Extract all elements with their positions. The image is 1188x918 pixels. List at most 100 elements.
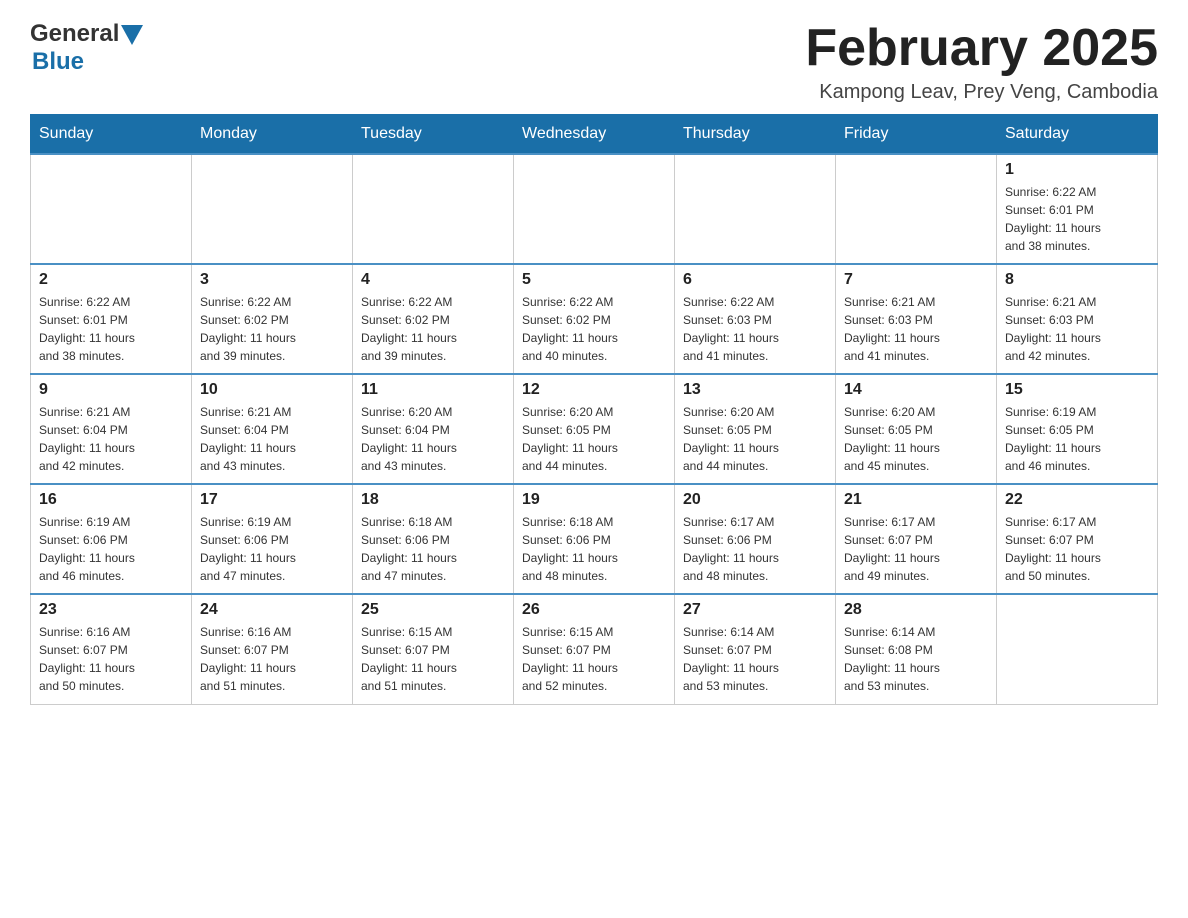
day-number: 23 <box>39 601 183 619</box>
day-number: 17 <box>200 491 344 509</box>
calendar-cell: 7 Sunrise: 6:21 AM Sunset: 6:03 PM Daylig… <box>836 264 997 374</box>
calendar-cell: 8 Sunrise: 6:21 AM Sunset: 6:03 PM Daylig… <box>997 264 1158 374</box>
day-number: 20 <box>683 491 827 509</box>
day-number: 9 <box>39 381 183 399</box>
calendar-cell: 18 Sunrise: 6:18 AM Sunset: 6:06 PM Dayli… <box>353 484 514 594</box>
calendar-cell: 21Sunrise: 6:17 AM Sunset: 6:07 PM Dayli… <box>836 484 997 594</box>
day-info: Sunrise: 6:20 AM Sunset: 6:05 PM Dayligh… <box>844 403 988 475</box>
day-number: 15 <box>1005 381 1149 399</box>
day-info: Sunrise: 6:20 AM Sunset: 6:04 PM Dayligh… <box>361 403 505 475</box>
day-info: Sunrise: 6:22 AM Sunset: 6:02 PM Dayligh… <box>522 293 666 365</box>
calendar-cell: 27 Sunrise: 6:14 AM Sunset: 6:07 PM Dayli… <box>675 594 836 704</box>
calendar-cell <box>836 154 997 264</box>
day-info: Sunrise: 6:16 AM Sunset: 6:07 PM Dayligh… <box>39 623 183 695</box>
day-info: Sunrise: 6:20 AM Sunset: 6:05 PM Dayligh… <box>683 403 827 475</box>
title-section: February 2025 Kampong Leav, Prey Veng, C… <box>805 20 1158 104</box>
day-info: Sunrise: 6:20 AM Sunset: 6:05 PM Dayligh… <box>522 403 666 475</box>
day-info: Sunrise: 6:16 AM Sunset: 6:07 PM Dayligh… <box>200 623 344 695</box>
column-header-tuesday: Tuesday <box>353 115 514 155</box>
calendar-week-row: 23 Sunrise: 6:16 AM Sunset: 6:07 PM Dayli… <box>31 594 1158 704</box>
day-info: Sunrise: 6:22 AM Sunset: 6:03 PM Dayligh… <box>683 293 827 365</box>
calendar-cell: 10 Sunrise: 6:21 AM Sunset: 6:04 PM Dayli… <box>192 374 353 484</box>
calendar-cell: 3 Sunrise: 6:22 AM Sunset: 6:02 PM Daylig… <box>192 264 353 374</box>
day-number: 13 <box>683 381 827 399</box>
page-header: General Blue February 2025 Kampong Leav,… <box>30 20 1158 104</box>
day-info: Sunrise: 6:19 AM Sunset: 6:06 PM Dayligh… <box>200 513 344 585</box>
calendar-cell <box>192 154 353 264</box>
day-number: 6 <box>683 271 827 289</box>
calendar-cell: 15Sunrise: 6:19 AM Sunset: 6:05 PM Dayli… <box>997 374 1158 484</box>
day-number: 24 <box>200 601 344 619</box>
column-header-sunday: Sunday <box>31 115 192 155</box>
day-number: 8 <box>1005 271 1149 289</box>
day-info: Sunrise: 6:15 AM Sunset: 6:07 PM Dayligh… <box>361 623 505 695</box>
day-info: Sunrise: 6:21 AM Sunset: 6:04 PM Dayligh… <box>39 403 183 475</box>
day-number: 14 <box>844 381 988 399</box>
day-number: 21 <box>844 491 988 509</box>
day-number: 25 <box>361 601 505 619</box>
day-number: 18 <box>361 491 505 509</box>
calendar-cell: 24 Sunrise: 6:16 AM Sunset: 6:07 PM Dayli… <box>192 594 353 704</box>
calendar-cell <box>997 594 1158 704</box>
day-number: 7 <box>844 271 988 289</box>
day-number: 27 <box>683 601 827 619</box>
day-number: 3 <box>200 271 344 289</box>
logo-general-text: General <box>30 20 119 48</box>
calendar-week-row: 1Sunrise: 6:22 AM Sunset: 6:01 PM Daylig… <box>31 154 1158 264</box>
day-number: 10 <box>200 381 344 399</box>
calendar-cell <box>675 154 836 264</box>
day-info: Sunrise: 6:18 AM Sunset: 6:06 PM Dayligh… <box>522 513 666 585</box>
day-info: Sunrise: 6:14 AM Sunset: 6:07 PM Dayligh… <box>683 623 827 695</box>
day-info: Sunrise: 6:17 AM Sunset: 6:06 PM Dayligh… <box>683 513 827 585</box>
calendar-week-row: 2Sunrise: 6:22 AM Sunset: 6:01 PM Daylig… <box>31 264 1158 374</box>
day-info: Sunrise: 6:17 AM Sunset: 6:07 PM Dayligh… <box>1005 513 1149 585</box>
calendar-cell: 5 Sunrise: 6:22 AM Sunset: 6:02 PM Daylig… <box>514 264 675 374</box>
column-header-friday: Friday <box>836 115 997 155</box>
calendar-cell: 14 Sunrise: 6:20 AM Sunset: 6:05 PM Dayli… <box>836 374 997 484</box>
day-number: 28 <box>844 601 988 619</box>
calendar-cell: 13 Sunrise: 6:20 AM Sunset: 6:05 PM Dayli… <box>675 374 836 484</box>
day-number: 22 <box>1005 491 1149 509</box>
day-info: Sunrise: 6:21 AM Sunset: 6:03 PM Dayligh… <box>1005 293 1149 365</box>
column-header-thursday: Thursday <box>675 115 836 155</box>
column-header-wednesday: Wednesday <box>514 115 675 155</box>
calendar-cell: 22 Sunrise: 6:17 AM Sunset: 6:07 PM Dayli… <box>997 484 1158 594</box>
calendar-header-row: SundayMondayTuesdayWednesdayThursdayFrid… <box>31 115 1158 155</box>
calendar-cell: 25 Sunrise: 6:15 AM Sunset: 6:07 PM Dayli… <box>353 594 514 704</box>
calendar-cell: 11 Sunrise: 6:20 AM Sunset: 6:04 PM Dayli… <box>353 374 514 484</box>
day-info: Sunrise: 6:22 AM Sunset: 6:01 PM Dayligh… <box>1005 183 1149 255</box>
calendar-cell: 4 Sunrise: 6:22 AM Sunset: 6:02 PM Daylig… <box>353 264 514 374</box>
day-number: 19 <box>522 491 666 509</box>
day-info: Sunrise: 6:21 AM Sunset: 6:03 PM Dayligh… <box>844 293 988 365</box>
calendar-table: SundayMondayTuesdayWednesdayThursdayFrid… <box>30 114 1158 705</box>
day-info: Sunrise: 6:19 AM Sunset: 6:06 PM Dayligh… <box>39 513 183 585</box>
location-title: Kampong Leav, Prey Veng, Cambodia <box>805 81 1158 104</box>
day-info: Sunrise: 6:21 AM Sunset: 6:04 PM Dayligh… <box>200 403 344 475</box>
calendar-cell: 9 Sunrise: 6:21 AM Sunset: 6:04 PM Daylig… <box>31 374 192 484</box>
calendar-cell: 26 Sunrise: 6:15 AM Sunset: 6:07 PM Dayli… <box>514 594 675 704</box>
day-number: 12 <box>522 381 666 399</box>
day-number: 11 <box>361 381 505 399</box>
day-number: 4 <box>361 271 505 289</box>
calendar-week-row: 9 Sunrise: 6:21 AM Sunset: 6:04 PM Daylig… <box>31 374 1158 484</box>
logo-arrow-icon <box>121 25 143 45</box>
day-number: 16 <box>39 491 183 509</box>
calendar-cell: 19 Sunrise: 6:18 AM Sunset: 6:06 PM Dayli… <box>514 484 675 594</box>
logo-blue-text: Blue <box>32 48 84 75</box>
calendar-cell: 16 Sunrise: 6:19 AM Sunset: 6:06 PM Dayli… <box>31 484 192 594</box>
calendar-cell: 2Sunrise: 6:22 AM Sunset: 6:01 PM Daylig… <box>31 264 192 374</box>
day-info: Sunrise: 6:18 AM Sunset: 6:06 PM Dayligh… <box>361 513 505 585</box>
calendar-cell <box>514 154 675 264</box>
day-info: Sunrise: 6:15 AM Sunset: 6:07 PM Dayligh… <box>522 623 666 695</box>
calendar-cell: 6 Sunrise: 6:22 AM Sunset: 6:03 PM Daylig… <box>675 264 836 374</box>
day-info: Sunrise: 6:14 AM Sunset: 6:08 PM Dayligh… <box>844 623 988 695</box>
day-number: 26 <box>522 601 666 619</box>
day-number: 2 <box>39 271 183 289</box>
month-title: February 2025 <box>805 20 1158 77</box>
day-number: 5 <box>522 271 666 289</box>
day-info: Sunrise: 6:22 AM Sunset: 6:02 PM Dayligh… <box>361 293 505 365</box>
calendar-cell <box>31 154 192 264</box>
calendar-cell: 12 Sunrise: 6:20 AM Sunset: 6:05 PM Dayli… <box>514 374 675 484</box>
day-info: Sunrise: 6:22 AM Sunset: 6:02 PM Dayligh… <box>200 293 344 365</box>
calendar-cell: 1Sunrise: 6:22 AM Sunset: 6:01 PM Daylig… <box>997 154 1158 264</box>
